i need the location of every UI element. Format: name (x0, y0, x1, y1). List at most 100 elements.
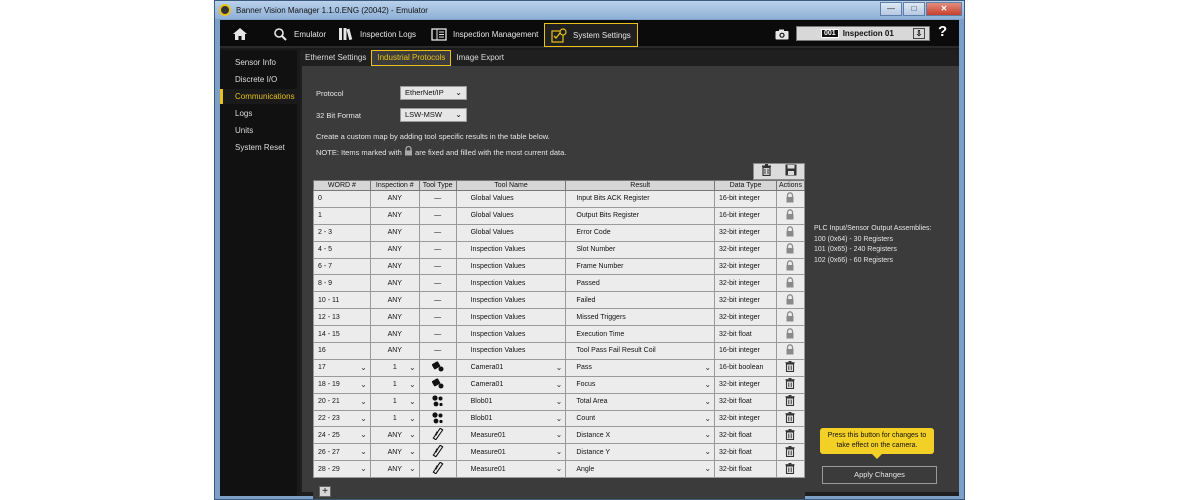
tool-name-cell[interactable]: Measure01 ⌄ (455, 443, 567, 462)
data-type-cell: 32-bit float (714, 392, 777, 411)
nav-system-settings[interactable]: System Settings (544, 23, 638, 47)
add-row-button[interactable]: + (319, 486, 331, 497)
result-cell[interactable]: Count ⌄ (565, 409, 716, 428)
actions-cell[interactable] (775, 358, 806, 377)
tooltip-line: Press this button for changes to (827, 432, 927, 439)
camera-icon[interactable] (775, 27, 789, 45)
tool-name-cell[interactable]: Measure01 ⌄ (455, 426, 567, 445)
actions-cell[interactable] (775, 392, 806, 411)
nav-emulator[interactable]: Emulator (272, 23, 326, 45)
trash-icon[interactable] (785, 428, 795, 442)
tool-name-value: Global Values (470, 229, 514, 237)
tool-name-cell[interactable]: Blob01 ⌄ (455, 409, 567, 428)
word-value: 22 - 23 (318, 415, 340, 423)
tab-image-export[interactable]: Image Export (451, 50, 509, 66)
actions-cell[interactable] (775, 409, 806, 428)
word-cell[interactable]: 18 - 19 ⌄ (313, 375, 371, 394)
instructions-text: Create a custom map by adding tool speci… (316, 132, 550, 141)
inspection-cell[interactable]: 1 ⌄ (369, 409, 420, 428)
word-cell[interactable]: 17 ⌄ (313, 358, 371, 377)
word-cell[interactable]: 20 - 21 ⌄ (313, 392, 371, 411)
sidebar-item-communications[interactable]: Communications (220, 89, 297, 104)
nav-logs-label: Inspection Logs (360, 29, 417, 39)
word-value: 10 - 11 (318, 296, 340, 304)
sidebar-item-logs[interactable]: Logs (220, 106, 297, 121)
nav-home[interactable] (232, 23, 254, 45)
result-cell: Tool Pass Fail Result Coil (565, 342, 716, 360)
emulator-search-icon (272, 26, 288, 42)
sidebar-item-units[interactable]: Units (220, 123, 297, 138)
trash-icon[interactable] (785, 361, 795, 374)
word-value: 2 - 3 (318, 229, 333, 237)
inspection-value: ANY (387, 431, 402, 439)
word-cell[interactable]: 28 - 29 ⌄ (313, 460, 371, 479)
trash-icon[interactable] (785, 395, 795, 408)
subtab-bar: Ethernet Settings Industrial Protocols I… (300, 50, 509, 66)
inspection-cell[interactable]: ANY ⌄ (369, 426, 420, 445)
trash-icon[interactable] (785, 378, 795, 391)
result-cell[interactable]: Focus ⌄ (565, 375, 716, 394)
tab-ethernet-settings[interactable]: Ethernet Settings (300, 50, 371, 66)
chevron-down-icon: ⌄ (555, 396, 563, 406)
tool-name-value: Global Values (470, 195, 514, 203)
inspection-value: ANY (387, 448, 402, 456)
nav-inspection-management[interactable]: Inspection Management (431, 23, 538, 45)
close-button[interactable]: ✕ (926, 2, 962, 16)
inspection-cell[interactable]: 1 ⌄ (369, 375, 420, 394)
chevron-down-icon: ⌄ (409, 447, 416, 457)
protocols-panel: Protocol EtherNet/IP ⌄ 32 Bit Format LSW-… (302, 66, 959, 499)
result-cell[interactable]: Angle ⌄ (565, 460, 716, 479)
tool-name-cell[interactable]: Camera01 ⌄ (455, 358, 567, 377)
inspection-cell[interactable]: 1 ⌄ (369, 392, 420, 411)
result-cell[interactable]: Distance Y ⌄ (565, 443, 716, 462)
inspection-cell[interactable]: 1 ⌄ (369, 358, 420, 377)
inspection-selector[interactable]: 001 Inspection 01 ⇩ (796, 26, 930, 41)
tool-type-cell: — (418, 257, 457, 276)
sidebar-item-discrete-io[interactable]: Discrete I/O (220, 72, 297, 87)
actions-cell[interactable] (775, 460, 806, 479)
protocol-select[interactable]: EtherNet/IP ⌄ (400, 86, 467, 100)
tool-name-value: Blob01 (470, 398, 493, 406)
tool-name-cell[interactable]: Measure01 ⌄ (455, 460, 567, 479)
sidebar-item-sensor-info[interactable]: Sensor Info (220, 55, 297, 70)
trash-icon[interactable] (785, 462, 795, 476)
format-select[interactable]: LSW-MSW ⌄ (400, 108, 467, 122)
lock-icon (785, 192, 795, 205)
inspection-dropdown-icon[interactable]: ⇩ (913, 28, 925, 39)
word-cell[interactable]: 24 - 25 ⌄ (313, 426, 371, 445)
tool-name-cell[interactable]: Camera01 ⌄ (455, 375, 567, 394)
lock-icon (785, 293, 795, 307)
result-cell[interactable]: Pass ⌄ (565, 358, 716, 377)
actions-cell (775, 274, 806, 293)
chevron-down-icon: ⌄ (555, 430, 563, 440)
tool-name-cell[interactable]: Blob01 ⌄ (455, 392, 567, 411)
tab-industrial-protocols[interactable]: Industrial Protocols (371, 50, 452, 66)
actions-cell[interactable] (775, 426, 806, 445)
word-cell[interactable]: 26 - 27 ⌄ (313, 443, 371, 462)
trash-icon[interactable] (785, 445, 795, 459)
apply-changes-button[interactable]: Apply Changes (822, 466, 937, 484)
sidebar-item-system-reset[interactable]: System Reset (220, 140, 297, 155)
nav-inspection-logs[interactable]: Inspection Logs (338, 23, 416, 45)
actions-cell[interactable] (775, 375, 806, 394)
inspection-cell[interactable]: ANY ⌄ (369, 443, 420, 462)
word-cell[interactable]: 22 - 23 ⌄ (313, 409, 371, 428)
maximize-button[interactable]: □ (903, 2, 925, 16)
trash-icon[interactable] (761, 163, 772, 181)
inspection-cell: ANY (369, 342, 420, 360)
word-cell: 4 - 5 (313, 240, 371, 259)
result-cell[interactable]: Distance X ⌄ (565, 426, 716, 445)
tool-name-value: Camera01 (470, 364, 504, 372)
result-cell[interactable]: Total Area ⌄ (565, 392, 716, 411)
actions-cell[interactable] (775, 443, 806, 462)
data-type-cell: 32-bit integer (714, 375, 777, 394)
save-icon[interactable] (785, 163, 797, 181)
trash-icon[interactable] (785, 412, 795, 425)
inspection-cell[interactable]: ANY ⌄ (369, 460, 420, 479)
chevron-down-icon: ⌄ (555, 413, 563, 423)
help-icon[interactable]: ? (938, 23, 947, 40)
inspection-cell: ANY (369, 223, 420, 242)
tool-name-value: Inspection Values (470, 330, 526, 338)
minimize-button[interactable]: — (880, 2, 902, 16)
table-row: 26 - 27 ⌄ ANY ⌄ Measure01 ⌄ Distance Y ⌄ 32-bit … (313, 443, 806, 462)
